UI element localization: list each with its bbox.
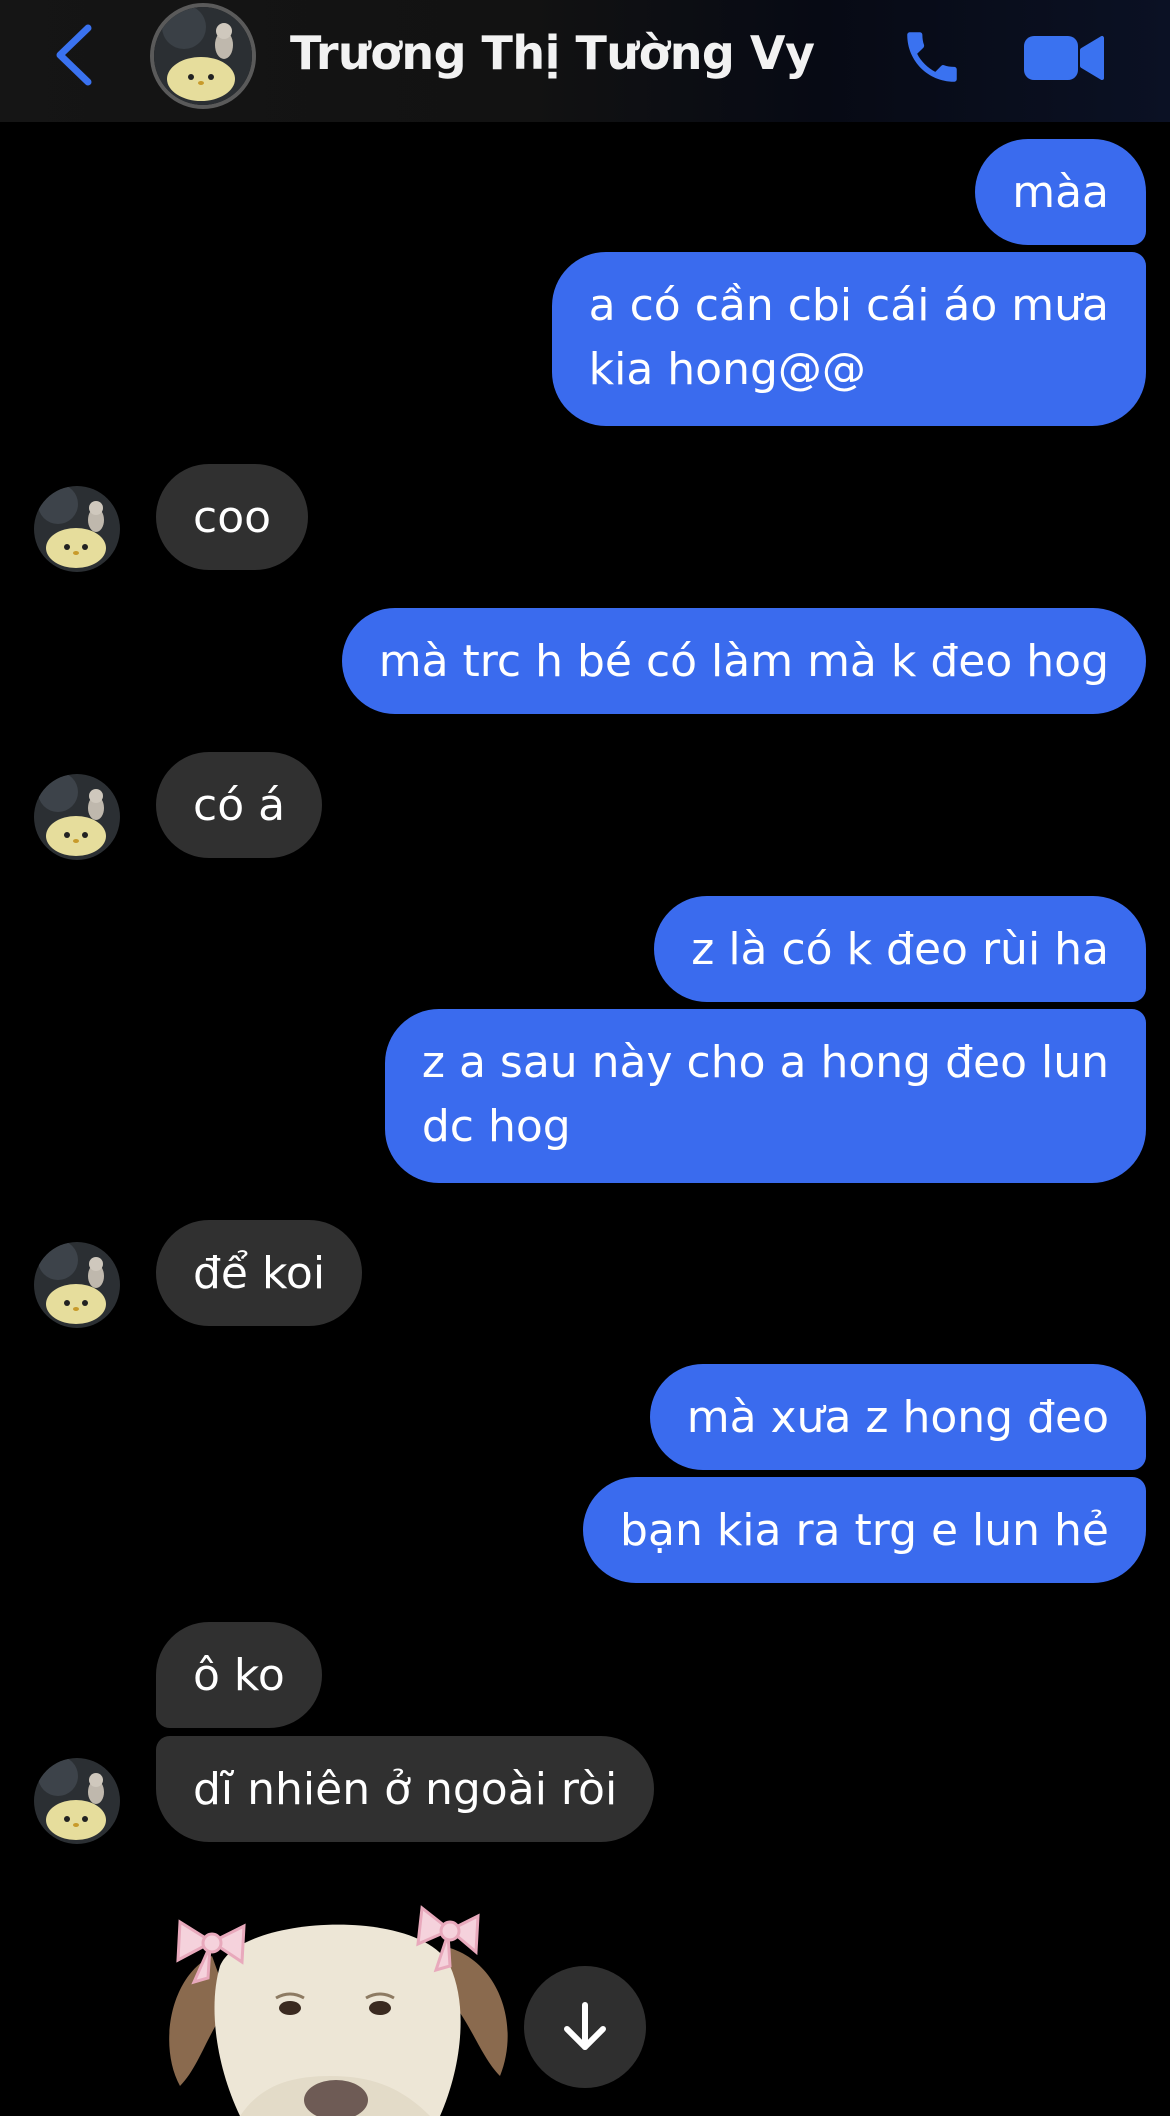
video-call-button[interactable] [1022, 28, 1106, 88]
incoming-message[interactable]: để koi [156, 1220, 363, 1326]
scroll-to-bottom-button[interactable] [524, 1966, 646, 2088]
avatar-image [34, 1758, 120, 1844]
contact-avatar-small[interactable] [34, 1758, 120, 1844]
dog-with-bows-sticker [169, 1905, 508, 2116]
chat-header: Trương Thị Tường Vy [0, 0, 1170, 122]
outgoing-message[interactable]: a có cần cbi cái áo mưa kia hong@@ [551, 252, 1146, 426]
arrow-down-icon [564, 2002, 606, 2050]
outgoing-message[interactable]: bạn kia ra trg e lun hẻ [583, 1477, 1146, 1583]
back-button[interactable] [44, 24, 104, 86]
avatar-image [34, 774, 120, 860]
outgoing-message[interactable]: mà trc h bé có làm mà k đeo hog [341, 608, 1146, 714]
contact-avatar[interactable] [150, 3, 256, 109]
outgoing-message[interactable]: mà xưa z hong đeo [649, 1364, 1146, 1470]
contact-avatar-small[interactable] [34, 774, 120, 860]
video-camera-icon [1024, 36, 1104, 80]
avatar-image [34, 486, 120, 572]
chevron-left-icon [56, 24, 92, 86]
incoming-message[interactable]: coo [156, 464, 309, 570]
avatar-image [154, 7, 252, 105]
contact-avatar-small[interactable] [34, 486, 120, 572]
contact-avatar-small[interactable] [34, 1242, 120, 1328]
outgoing-message[interactable]: màa [975, 139, 1146, 245]
dog-sticker[interactable] [150, 1886, 522, 2116]
outgoing-message[interactable]: z là có k đeo rùi ha [654, 896, 1146, 1002]
incoming-message[interactable]: ô ko [156, 1622, 322, 1728]
outgoing-message[interactable]: z a sau này cho a hong đeo lun dc hog [384, 1009, 1146, 1183]
phone-icon [907, 32, 957, 82]
avatar-image [34, 1242, 120, 1328]
contact-name[interactable]: Trương Thị Tường Vy [290, 26, 815, 80]
voice-call-button[interactable] [896, 22, 968, 92]
incoming-message[interactable]: dĩ nhiên ở ngoài ròi [156, 1736, 655, 1842]
incoming-message[interactable]: có á [156, 752, 323, 858]
